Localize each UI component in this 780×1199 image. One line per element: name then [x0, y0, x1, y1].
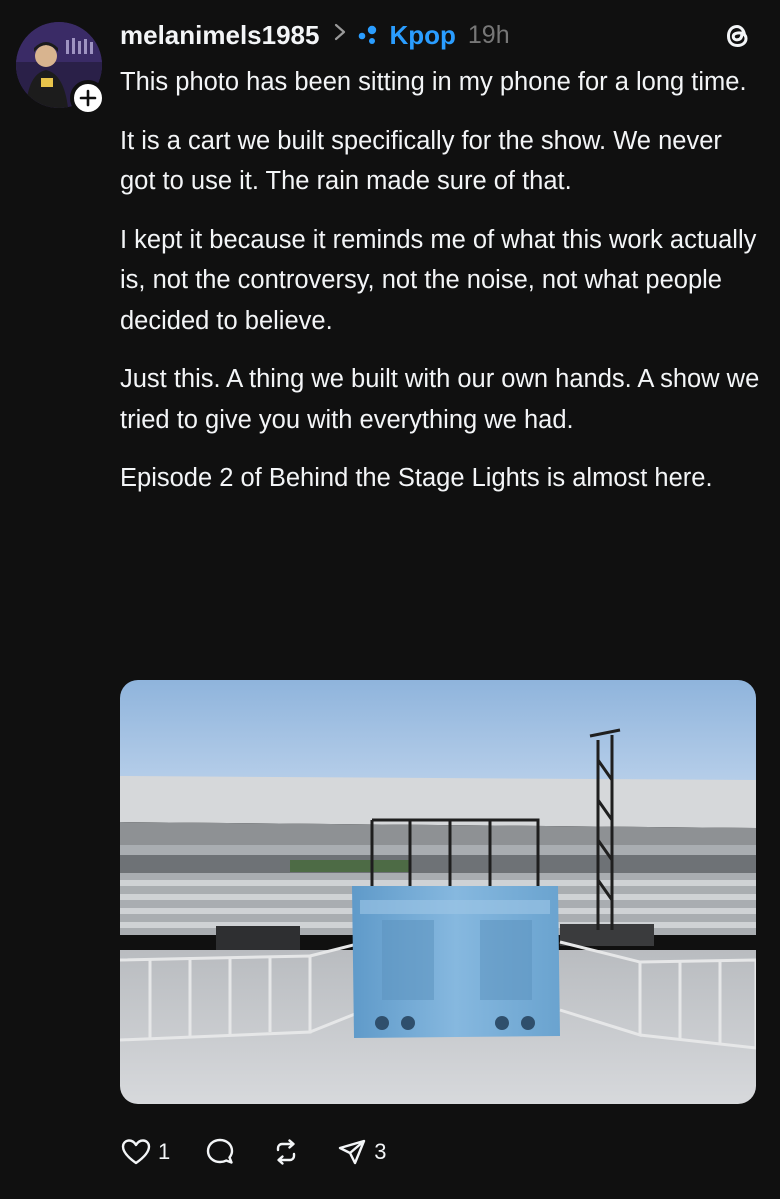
threads-logo-icon[interactable] [720, 18, 756, 54]
topic-dots-icon [359, 25, 377, 44]
comment-icon [207, 1138, 234, 1164]
send-icon [339, 1139, 366, 1165]
post-paragraph: It is a cart we built specifically for t… [120, 126, 722, 196]
repost-button[interactable] [270, 1136, 302, 1168]
comment-button[interactable] [204, 1136, 236, 1168]
like-count: 1 [158, 1139, 171, 1164]
post-actions: 1 3 [120, 1130, 421, 1174]
post-body: This photo has been sitting in my phone … [120, 62, 760, 517]
topic-label: Kpop [389, 19, 456, 50]
plus-icon [79, 89, 97, 107]
post-paragraph: Just this. A thing we built with our own… [120, 365, 760, 434]
post-photo[interactable] [120, 680, 756, 1104]
username-link[interactable]: melanimels1985 [120, 20, 319, 51]
repost-icon [277, 1139, 296, 1165]
post-paragraph: This photo has been sitting in my phone … [120, 68, 747, 96]
heart-icon [121, 1139, 151, 1165]
chevron-right-icon [333, 21, 347, 49]
post-paragraph: Episode 2 of Behind the Stage Lights is … [120, 464, 713, 492]
post-header: melanimels1985 Kpop 19h [120, 16, 510, 54]
post-paragraph: I kept it because it reminds me of what … [120, 225, 757, 335]
post-timestamp: 19h [467, 20, 510, 49]
like-button[interactable]: 1 [120, 1136, 170, 1168]
follow-button[interactable] [70, 80, 106, 116]
share-count: 3 [374, 1139, 387, 1164]
topic-tag[interactable]: Kpop [357, 19, 456, 51]
share-button[interactable]: 3 [336, 1136, 387, 1168]
